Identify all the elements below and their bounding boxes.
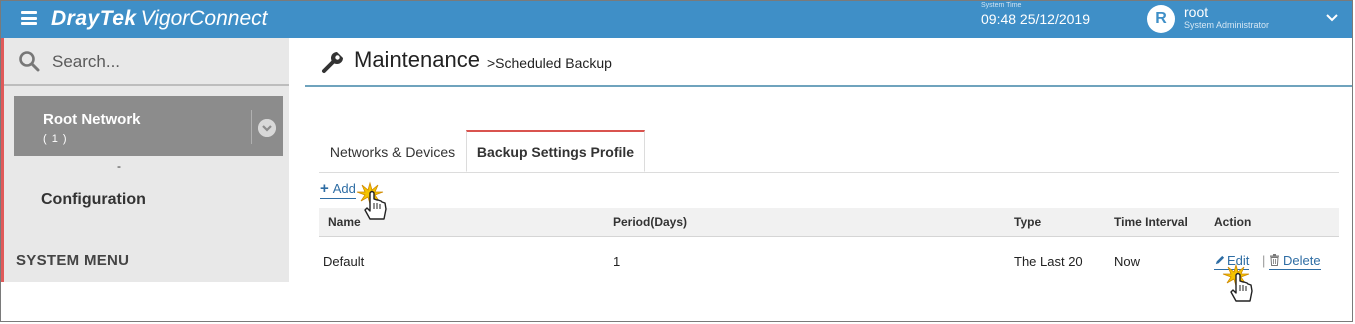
brand-logo: DrayTek VigorConnect bbox=[51, 7, 267, 31]
breadcrumb: >Scheduled Backup bbox=[487, 55, 612, 71]
plus-icon: + bbox=[320, 180, 329, 197]
add-label: Add bbox=[332, 181, 356, 196]
search-icon bbox=[19, 51, 40, 72]
sidebar-accent bbox=[1, 38, 4, 282]
cell-name: Default bbox=[323, 254, 365, 269]
pointer-cursor-icon bbox=[356, 181, 387, 220]
avatar[interactable]: R bbox=[1147, 5, 1175, 33]
wrench-icon bbox=[322, 52, 343, 73]
user-name[interactable]: root bbox=[1184, 4, 1208, 20]
system-time: 09:48 25/12/2019 bbox=[981, 11, 1090, 27]
tab-strip-line bbox=[319, 172, 1339, 173]
cell-type: The Last 20 bbox=[1014, 254, 1083, 269]
table-row: Default 1 The Last 20 Now Edit | Delete bbox=[319, 237, 1339, 285]
brand-name-bold: DrayTek bbox=[51, 7, 137, 30]
search-bar bbox=[4, 38, 289, 86]
column-header-action: Action bbox=[1214, 215, 1252, 229]
column-header-time-interval[interactable]: Time Interval bbox=[1114, 215, 1188, 229]
search-input[interactable] bbox=[50, 49, 274, 75]
separator-dash: - bbox=[117, 159, 121, 173]
cell-time-interval: Now bbox=[1114, 254, 1141, 269]
user-role: System Administrator bbox=[1184, 20, 1270, 30]
trash-icon bbox=[1270, 254, 1279, 266]
delete-button[interactable]: Delete bbox=[1269, 253, 1321, 270]
delete-label: Delete bbox=[1283, 253, 1321, 268]
sidebar-section-system-menu[interactable]: SYSTEM MENU bbox=[16, 252, 129, 269]
tab-networks-devices[interactable]: Networks & Devices bbox=[319, 131, 466, 172]
title-divider bbox=[305, 85, 1352, 87]
action-separator: | bbox=[1262, 253, 1266, 268]
top-bar: DrayTek VigorConnect System Time 09:48 25… bbox=[1, 1, 1352, 38]
pointer-cursor-icon bbox=[1222, 263, 1253, 302]
network-count: ( 1 ) bbox=[43, 133, 68, 145]
cell-period: 1 bbox=[613, 254, 621, 269]
app-window: DrayTek VigorConnect System Time 09:48 25… bbox=[0, 0, 1353, 322]
network-divider bbox=[251, 110, 252, 144]
table-header: Name Period(Days) Type Time Interval Act… bbox=[319, 208, 1339, 237]
tab-backup-settings-profile[interactable]: Backup Settings Profile bbox=[466, 130, 645, 172]
network-name: Root Network bbox=[43, 111, 141, 128]
column-header-period[interactable]: Period(Days) bbox=[613, 215, 687, 229]
column-header-type[interactable]: Type bbox=[1014, 215, 1041, 229]
sidebar-item-configuration[interactable]: Configuration bbox=[41, 191, 146, 209]
add-button[interactable]: + Add bbox=[320, 180, 356, 199]
page-title: Maintenance bbox=[354, 47, 480, 72]
network-selector[interactable]: Root Network ( 1 ) bbox=[14, 96, 283, 156]
sidebar: Root Network ( 1 ) - Configuration SYSTE… bbox=[1, 38, 289, 282]
chevron-down-icon[interactable] bbox=[1325, 13, 1339, 23]
brand-name-product: VigorConnect bbox=[140, 7, 268, 30]
system-time-label: System Time bbox=[981, 2, 1022, 9]
chevron-down-circle-icon[interactable] bbox=[258, 119, 276, 137]
menu-icon[interactable] bbox=[21, 11, 37, 25]
